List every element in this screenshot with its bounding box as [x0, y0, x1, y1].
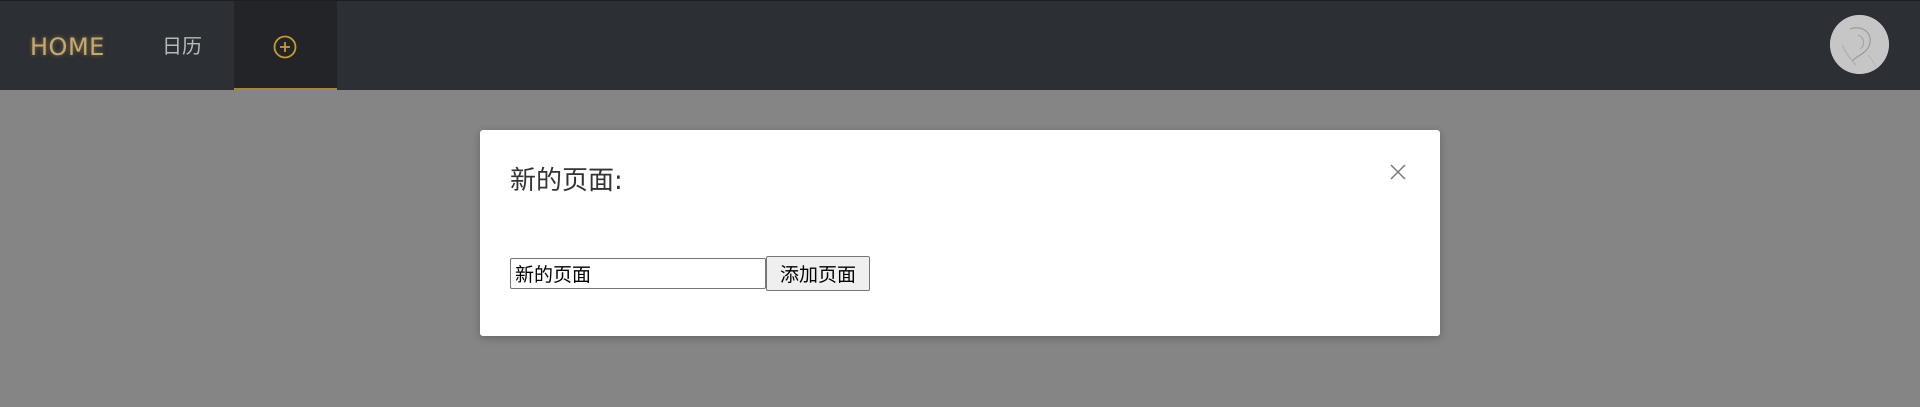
- avatar-image: [1830, 15, 1889, 74]
- dialog-title: 新的页面:: [510, 166, 623, 196]
- plus-circle-icon: [273, 35, 297, 59]
- close-icon: [1390, 164, 1406, 180]
- top-navigation-bar: HOME 日历: [0, 0, 1920, 91]
- nav-add-page-tab[interactable]: [234, 1, 337, 91]
- user-avatar[interactable]: [1830, 15, 1889, 74]
- close-button[interactable]: [1388, 162, 1408, 182]
- new-page-dialog: 新的页面: 添加页面: [480, 130, 1440, 336]
- page-name-input[interactable]: [510, 258, 766, 289]
- nav-home-link[interactable]: HOME: [30, 1, 105, 91]
- add-page-button[interactable]: 添加页面: [766, 256, 870, 291]
- nav-calendar-link[interactable]: 日历: [162, 1, 202, 91]
